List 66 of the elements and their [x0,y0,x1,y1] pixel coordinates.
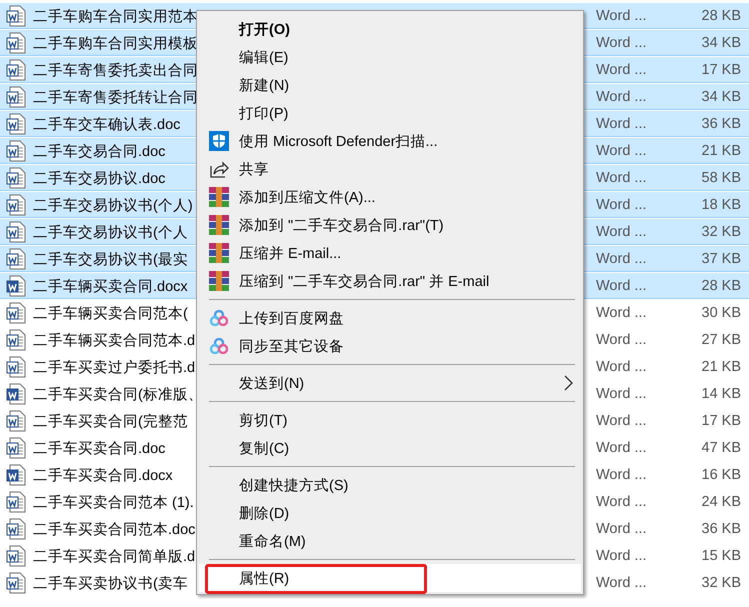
file-size: 34 KB [702,35,741,51]
file-type: Word ... [596,548,648,564]
file-name: 二手车买卖合同范本 (1). [33,494,195,512]
file-size: 32 KB [702,224,741,240]
file-size: 28 KB [702,8,741,24]
file-type: Word ... [596,440,648,456]
file-type: Word ... [596,170,648,186]
file-size: 16 KB [702,467,741,483]
file-size: 18 KB [702,197,741,213]
file-type: Word ... [596,467,648,483]
file-name: 二手车买卖合同范本.doc [33,520,196,538]
file-type: Word ... [596,251,648,267]
file-name: 二手车买卖合同(标准版、 [33,386,203,404]
file-name: 二手车辆买卖合同范本( [33,304,189,322]
file-name: 二手车买卖过户委托书.d [33,358,196,376]
file-type: Word ... [596,332,648,348]
file-name: 二手车交易合同.doc [33,142,166,160]
file-type: Word ... [596,521,648,537]
file-type: Word ... [596,89,648,105]
file-type: Word ... [596,575,648,591]
file-size: 32 KB [702,575,741,591]
file-type: Word ... [596,278,648,294]
file-name: 二手车寄售委托卖出合同 [33,62,199,80]
file-size: 24 KB [702,494,741,510]
file-type: Word ... [596,386,648,402]
file-name: 二手车买卖合同.docx [33,466,174,484]
file-size: 36 KB [702,521,741,537]
file-size: 34 KB [702,89,741,105]
file-size: 17 KB [702,62,741,78]
file-size: 58 KB [702,170,741,186]
file-type: Word ... [596,62,648,78]
file-type: Word ... [596,35,648,51]
file-name: 二手车购车合同实用范本 [33,8,199,26]
file-name: 二手车交易协议书(个人) [33,196,194,214]
file-name: 二手车买卖合同简单版.d [33,548,196,566]
file-name: 二手车辆买卖合同.docx [33,278,189,296]
file-name: 二手车买卖合同.doc [33,440,166,458]
file-type: Word ... [596,143,648,159]
file-size: 17 KB [702,413,741,429]
file-type: Word ... [596,413,648,429]
file-type: Word ... [596,8,648,24]
file-size: 14 KB [702,386,741,402]
file-size: 36 KB [702,116,741,132]
file-name: 二手车交易协议书(个人 [33,224,189,242]
file-name: 二手车寄售委托转让合同 [33,88,199,106]
file-size: 27 KB [702,332,741,348]
file-size: 47 KB [702,440,741,456]
file-type: Word ... [596,305,648,321]
file-size: 30 KB [702,305,741,321]
file-size: 37 KB [702,251,741,267]
file-size: 21 KB [702,359,741,375]
file-name: 二手车交易协议书(最实 [33,250,189,268]
file-size: 28 KB [702,278,741,294]
file-type: Word ... [596,116,648,132]
file-size: 15 KB [702,548,741,564]
file-size: 21 KB [702,143,741,159]
file-name: 二手车购车合同实用模板 [33,34,199,52]
file-name: 二手车辆买卖合同范本.d [33,332,196,350]
file-name: 二手车买卖合同(完整范 [33,412,189,430]
file-name: 二手车交易协议.doc [33,170,166,188]
file-type: Word ... [596,224,648,240]
file-type: Word ... [596,494,648,510]
file-name: 二手车交车确认表.doc [33,116,182,134]
file-type: Word ... [596,197,648,213]
file-name: 二手车买卖协议书(卖车 [33,574,189,592]
file-type: Word ... [596,359,648,375]
